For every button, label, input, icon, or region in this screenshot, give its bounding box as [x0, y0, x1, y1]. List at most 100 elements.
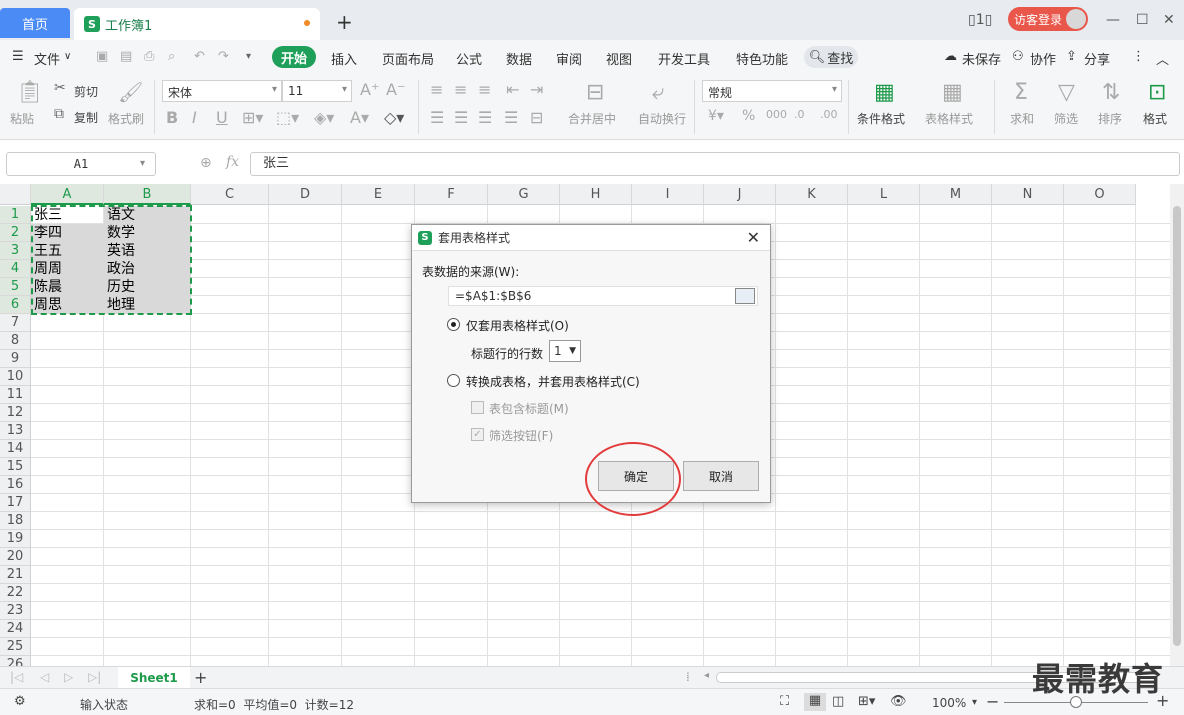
column-header-i[interactable]: I [632, 184, 704, 205]
percent-icon[interactable]: % [742, 108, 755, 124]
normal-view-icon[interactable]: ▦ [804, 693, 826, 711]
align-bottom-icon[interactable]: ≡ [478, 80, 491, 99]
sum-button[interactable]: 求和 [1010, 110, 1034, 127]
range-picker-icon[interactable] [735, 288, 755, 304]
menu-tab-start[interactable]: 开始 [272, 46, 316, 68]
undo-icon[interactable]: ↶ [194, 49, 205, 64]
wrap-text-button[interactable]: 自动换行 [638, 110, 686, 127]
quick-access-dropdown-icon[interactable]: ▾ [246, 51, 251, 62]
bold-icon[interactable]: B [166, 108, 178, 127]
eye-protection-icon[interactable]: 👁︎ [890, 694, 907, 709]
print-icon[interactable]: ⎙ [144, 49, 154, 64]
fill-color-icon[interactable]: ◈▾ [314, 108, 334, 127]
row-header-3[interactable]: 3 [0, 242, 31, 260]
increase-font-icon[interactable]: A⁺ [360, 80, 379, 99]
column-header-e[interactable]: E [342, 184, 415, 205]
table-style-icon[interactable]: ▦ [942, 80, 963, 105]
formula-input[interactable]: 张三 [250, 152, 1180, 176]
window-count-icon[interactable]: ▯1▯ [968, 6, 992, 34]
next-sheet-icon[interactable]: ▷ [64, 670, 73, 684]
italic-icon[interactable]: I [192, 108, 197, 127]
macro-icon[interactable]: ⚙ [14, 694, 26, 709]
scroll-left-icon[interactable]: ◂ [704, 670, 709, 681]
row-header-14[interactable]: 14 [0, 440, 31, 458]
border-style-icon[interactable]: ⬚▾ [276, 108, 299, 127]
row-header-17[interactable]: 17 [0, 494, 31, 512]
column-header-j[interactable]: J [704, 184, 776, 205]
decrease-font-icon[interactable]: A⁻ [386, 80, 405, 99]
column-header-n[interactable]: N [992, 184, 1064, 205]
row-header-26[interactable]: 26 [0, 656, 31, 666]
row-header-11[interactable]: 11 [0, 386, 31, 404]
menu-tab-developer[interactable]: 开发工具 [658, 49, 710, 68]
search-button[interactable]: 🔍︎ 查找 [804, 46, 858, 68]
align-center-icon[interactable]: ☰ [454, 108, 468, 127]
menu-tab-formula[interactable]: 公式 [456, 49, 482, 68]
table-style-button[interactable]: 表格样式 [925, 110, 973, 127]
scroll-thumb[interactable] [1173, 206, 1181, 646]
add-sheet-icon[interactable]: + [194, 668, 207, 687]
justify-icon[interactable]: ☰ [504, 108, 518, 127]
collapse-ribbon-icon[interactable]: ︿ [1156, 49, 1169, 68]
chevron-down-icon[interactable]: ▾ [140, 158, 145, 169]
format-button[interactable]: 格式 [1143, 110, 1167, 127]
preview-icon[interactable]: ⌕ [168, 49, 175, 64]
currency-icon[interactable]: ¥▾ [708, 108, 724, 124]
decimal-decrease-icon[interactable]: .00 [820, 108, 838, 121]
column-header-m[interactable]: M [920, 184, 992, 205]
first-sheet-icon[interactable]: |◁ [10, 670, 23, 684]
filter-icon[interactable]: ▽ [1058, 80, 1075, 105]
column-header-d[interactable]: D [269, 184, 342, 205]
maximize-icon[interactable]: ☐ [1136, 6, 1149, 34]
menu-tab-page-layout[interactable]: 页面布局 [382, 49, 434, 68]
thousands-icon[interactable]: 000 [766, 108, 787, 121]
indent-decrease-icon[interactable]: ⇤ [506, 80, 519, 99]
sort-button[interactable]: 排序 [1098, 110, 1122, 127]
unsaved-status[interactable]: 未保存 [962, 49, 1001, 68]
fullscreen-icon[interactable]: ⛶ [780, 694, 789, 709]
row-header-24[interactable]: 24 [0, 620, 31, 638]
export-icon[interactable]: ▤ [120, 49, 132, 64]
radio-convert-table-label[interactable]: 转换成表格，并套用表格样式(C) [466, 373, 640, 390]
distribute-icon[interactable]: ⊟ [530, 108, 543, 127]
name-box[interactable]: A1 [6, 152, 156, 176]
cancel-button[interactable]: 取消 [683, 461, 759, 491]
zoom-search-icon[interactable]: ⊕ [200, 155, 212, 171]
font-size-select[interactable]: 11 ▾ [282, 80, 352, 102]
tab-home[interactable]: 首页 [0, 8, 70, 38]
page-layout-view-icon[interactable]: ◫ [832, 694, 844, 709]
align-top-icon[interactable]: ≡ [430, 80, 443, 99]
column-header-o[interactable]: O [1064, 184, 1136, 205]
last-sheet-icon[interactable]: ▷| [88, 670, 101, 684]
redo-icon[interactable]: ↷ [218, 49, 229, 64]
format-icon[interactable]: ⊡ [1148, 80, 1166, 105]
row-header-6[interactable]: 6 [0, 296, 31, 314]
column-header-h[interactable]: H [560, 184, 632, 205]
source-range-input[interactable]: =$A$1:$B$6 [448, 286, 758, 306]
font-name-select[interactable]: 宋体 ▾ [162, 80, 282, 102]
row-header-8[interactable]: 8 [0, 332, 31, 350]
row-header-18[interactable]: 18 [0, 512, 31, 530]
decimal-increase-icon[interactable]: .0 [794, 108, 805, 121]
merge-center-button[interactable]: 合并居中 [568, 110, 616, 127]
wrap-text-icon[interactable]: ⤶ [652, 80, 664, 105]
format-painter-icon[interactable]: 🖌︎ [118, 80, 143, 104]
filter-button[interactable]: 筛选 [1054, 110, 1078, 127]
radio-style-only[interactable] [447, 318, 460, 331]
sum-icon[interactable]: Σ [1014, 80, 1028, 105]
menu-tab-insert[interactable]: 插入 [331, 49, 357, 68]
radio-convert-table[interactable] [447, 374, 460, 387]
tab-workbook[interactable]: S 工作簿1 [74, 8, 320, 40]
font-color-icon[interactable]: A▾ [350, 108, 369, 127]
sort-icon[interactable]: ⇅ [1102, 80, 1120, 105]
checkbox-filter-buttons[interactable]: ✓ [471, 428, 484, 441]
fx-icon[interactable]: fx [226, 154, 239, 170]
eraser-icon[interactable]: ◇▾ [384, 108, 404, 127]
row-header-21[interactable]: 21 [0, 566, 31, 584]
menu-tab-review[interactable]: 审阅 [556, 49, 582, 68]
format-painter-button[interactable]: 格式刷 [108, 110, 144, 127]
header-rows-select[interactable]: 1 ▼ [549, 340, 581, 362]
row-header-19[interactable]: 19 [0, 530, 31, 548]
row-header-23[interactable]: 23 [0, 602, 31, 620]
indent-increase-icon[interactable]: ⇥ [530, 80, 543, 99]
